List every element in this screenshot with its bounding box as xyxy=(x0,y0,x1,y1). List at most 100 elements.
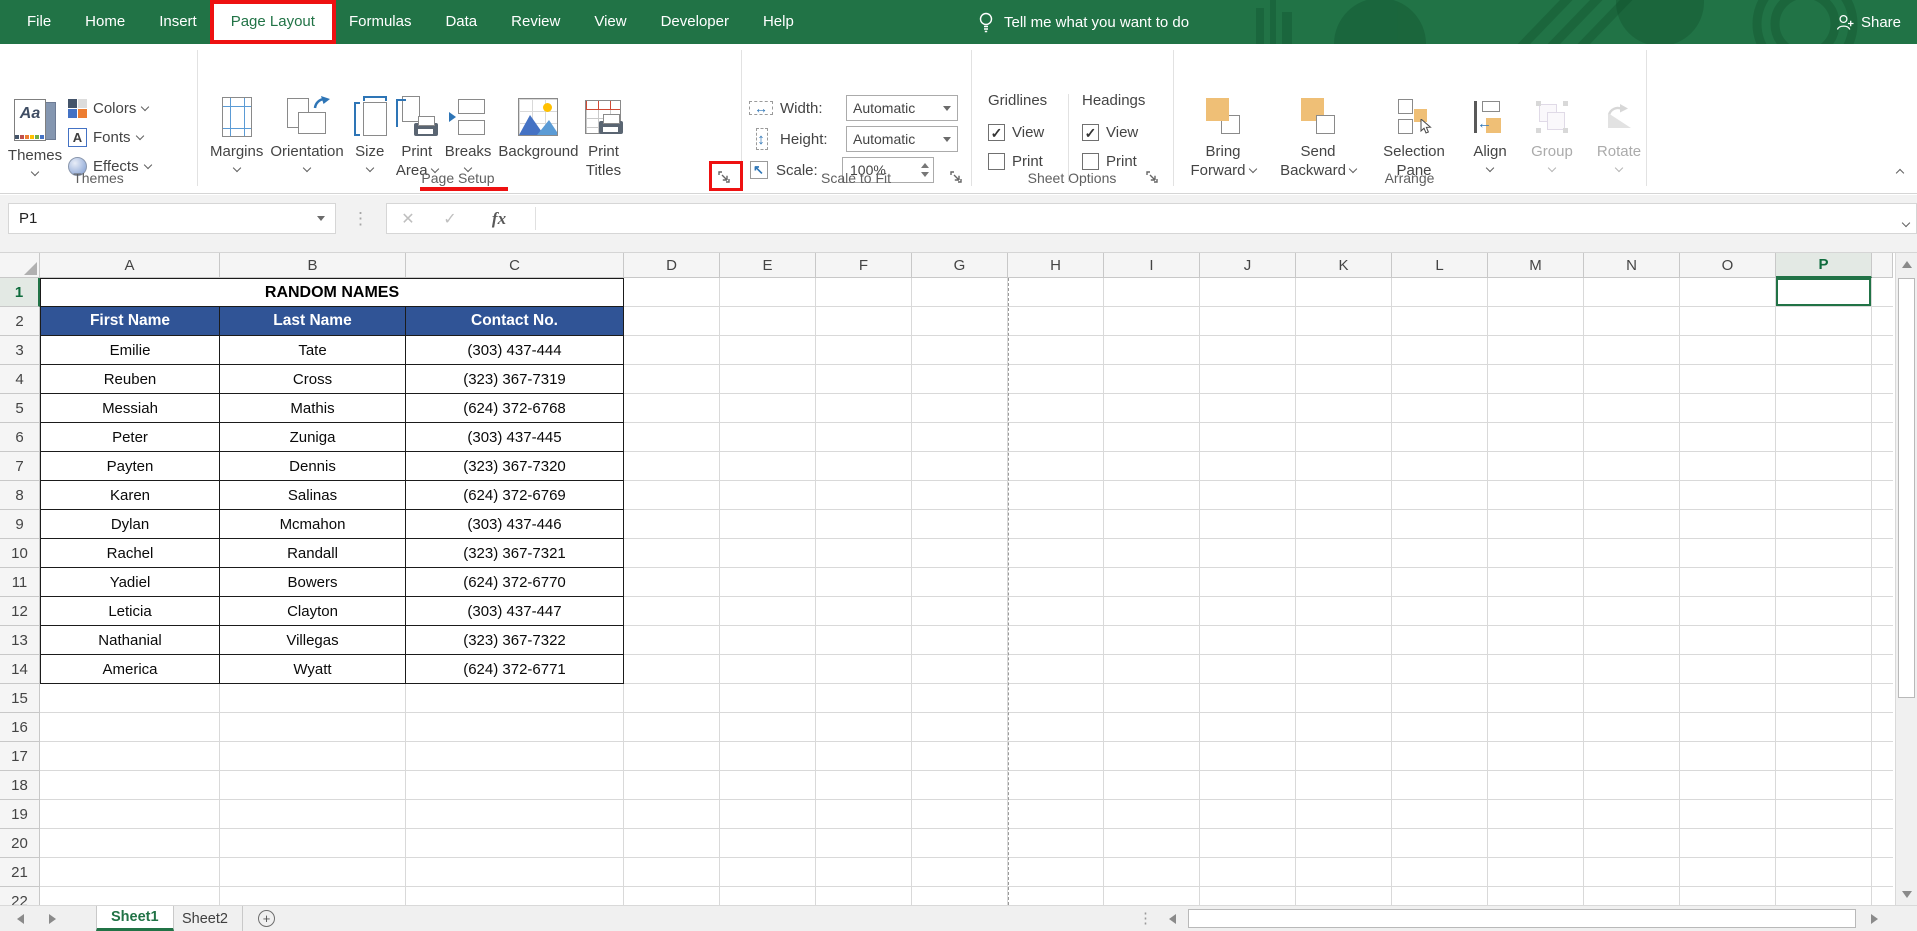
grid-cell[interactable] xyxy=(1680,626,1776,655)
grid-cell[interactable] xyxy=(40,858,220,887)
grid-cell[interactable] xyxy=(1776,365,1872,394)
grid-cell[interactable] xyxy=(1104,684,1200,713)
grid-cell[interactable] xyxy=(1008,365,1104,394)
column-header-G[interactable]: G xyxy=(912,253,1008,278)
grid-cell[interactable] xyxy=(1584,597,1680,626)
grid-cell[interactable] xyxy=(406,829,624,858)
grid-cell[interactable] xyxy=(1680,394,1776,423)
grid-cell[interactable] xyxy=(1104,423,1200,452)
grid-cell[interactable] xyxy=(1488,771,1584,800)
height-dropdown[interactable]: Automatic xyxy=(846,126,958,152)
grid-cell[interactable] xyxy=(1296,771,1392,800)
grid-cell[interactable] xyxy=(40,684,220,713)
grid-cell[interactable] xyxy=(624,510,720,539)
grid-cell[interactable] xyxy=(40,887,220,905)
grid-cell[interactable] xyxy=(816,278,912,307)
sheet-options-dialog-launcher[interactable] xyxy=(1144,169,1160,185)
grid-cell[interactable] xyxy=(1488,365,1584,394)
grid-cell[interactable] xyxy=(1584,771,1680,800)
table-header-cell[interactable]: Contact No. xyxy=(406,307,624,336)
grid-cell[interactable] xyxy=(1104,858,1200,887)
grid-cell[interactable] xyxy=(1584,336,1680,365)
row-header-15[interactable]: 15 xyxy=(0,684,40,713)
table-data-cell[interactable]: Dylan xyxy=(40,510,220,539)
grid-cell[interactable] xyxy=(1200,800,1296,829)
table-data-cell[interactable]: (323) 367-7321 xyxy=(406,539,624,568)
grid-cell[interactable] xyxy=(816,771,912,800)
grid-cell[interactable] xyxy=(1392,771,1488,800)
grid-cell[interactable] xyxy=(220,713,406,742)
grid-cell[interactable] xyxy=(1296,481,1392,510)
table-data-cell[interactable]: Leticia xyxy=(40,597,220,626)
grid-cell[interactable] xyxy=(1008,800,1104,829)
grid-cell[interactable] xyxy=(1008,597,1104,626)
row-header-7[interactable]: 7 xyxy=(0,452,40,481)
grid-cell[interactable] xyxy=(1488,539,1584,568)
column-header-O[interactable]: O xyxy=(1680,253,1776,278)
grid-cell[interactable] xyxy=(816,336,912,365)
grid-cell[interactable] xyxy=(720,452,816,481)
row-header-1[interactable]: 1 xyxy=(0,278,40,307)
grid-cell[interactable] xyxy=(1776,713,1872,742)
table-data-cell[interactable]: Peter xyxy=(40,423,220,452)
column-header-N[interactable]: N xyxy=(1584,253,1680,278)
grid-cell[interactable] xyxy=(1200,887,1296,905)
grid-cell[interactable] xyxy=(1488,481,1584,510)
grid-cell[interactable] xyxy=(1776,307,1872,336)
background-button[interactable]: Background xyxy=(498,88,578,180)
grid-cell[interactable] xyxy=(1488,452,1584,481)
grid-cell[interactable] xyxy=(912,568,1008,597)
grid-cell[interactable] xyxy=(1776,800,1872,829)
grid-cell[interactable] xyxy=(220,887,406,905)
grid-cell[interactable] xyxy=(624,278,720,307)
grid-cell[interactable] xyxy=(624,452,720,481)
grid-cell[interactable] xyxy=(1680,510,1776,539)
grid-cell[interactable] xyxy=(1296,568,1392,597)
table-data-cell[interactable]: Yadiel xyxy=(40,568,220,597)
table-data-cell[interactable]: Mcmahon xyxy=(220,510,406,539)
grid-cell[interactable] xyxy=(912,481,1008,510)
table-data-cell[interactable]: (323) 367-7320 xyxy=(406,452,624,481)
grid-cell[interactable] xyxy=(624,771,720,800)
row-header-19[interactable]: 19 xyxy=(0,800,40,829)
grid-cell[interactable] xyxy=(1008,539,1104,568)
table-data-cell[interactable]: Cross xyxy=(220,365,406,394)
grid-cell[interactable] xyxy=(1104,771,1200,800)
grid-cell[interactable] xyxy=(1392,539,1488,568)
column-header-P[interactable]: P xyxy=(1776,253,1872,278)
grid-cell[interactable] xyxy=(1104,481,1200,510)
grid-cell[interactable] xyxy=(816,394,912,423)
table-data-cell[interactable]: Karen xyxy=(40,481,220,510)
grid-cell[interactable] xyxy=(1200,307,1296,336)
grid-cell[interactable] xyxy=(1200,626,1296,655)
column-header-E[interactable]: E xyxy=(720,253,816,278)
grid-cell[interactable] xyxy=(1488,394,1584,423)
grid-cell[interactable] xyxy=(720,626,816,655)
row-header-21[interactable]: 21 xyxy=(0,858,40,887)
grid-cell[interactable] xyxy=(1488,423,1584,452)
print-area-button[interactable]: Print Area xyxy=(396,88,438,180)
table-data-cell[interactable]: America xyxy=(40,655,220,684)
collapse-ribbon-button[interactable] xyxy=(1897,163,1903,181)
grid-cell[interactable] xyxy=(1776,771,1872,800)
grid-cell[interactable] xyxy=(816,597,912,626)
grid-cell[interactable] xyxy=(912,684,1008,713)
grid-cell[interactable] xyxy=(1104,626,1200,655)
grid-cell[interactable] xyxy=(816,626,912,655)
cancel-button[interactable]: ✕ xyxy=(387,209,429,229)
grid-cell[interactable] xyxy=(1680,365,1776,394)
grid-cell[interactable] xyxy=(1392,568,1488,597)
grid-cell[interactable] xyxy=(720,539,816,568)
grid-cell[interactable] xyxy=(1104,800,1200,829)
grid-cell[interactable] xyxy=(624,336,720,365)
grid-cell[interactable] xyxy=(1584,423,1680,452)
table-data-cell[interactable]: Emilie xyxy=(40,336,220,365)
grid-cell[interactable] xyxy=(1392,510,1488,539)
grid-cell[interactable] xyxy=(1200,336,1296,365)
grid-cell[interactable] xyxy=(720,858,816,887)
grid-cell[interactable] xyxy=(720,481,816,510)
tell-me-box[interactable]: Tell me what you want to do xyxy=(978,0,1189,44)
grid-cell[interactable] xyxy=(816,829,912,858)
table-data-cell[interactable]: (303) 437-445 xyxy=(406,423,624,452)
grid-cell[interactable] xyxy=(624,829,720,858)
